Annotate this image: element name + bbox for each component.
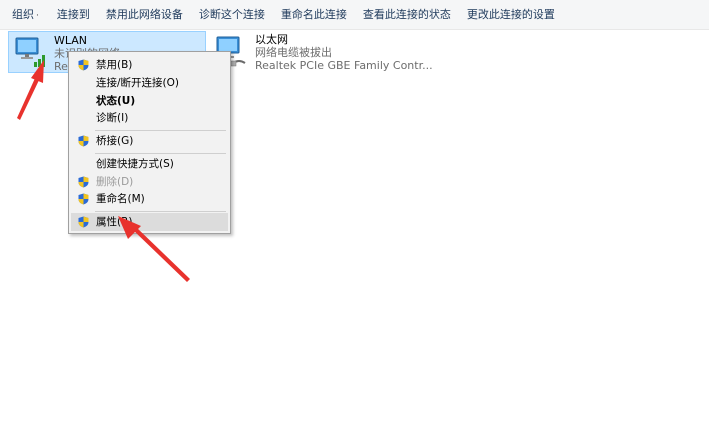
menu-item-disable[interactable]: 禁用(B): [71, 56, 228, 74]
uac-shield-icon: [78, 135, 89, 147]
uac-shield-icon: [78, 59, 89, 71]
disable-device-button[interactable]: 禁用此网络设备: [98, 0, 191, 30]
menu-item-bridge[interactable]: 桥接(G): [71, 132, 228, 150]
uac-shield-icon: [78, 176, 89, 188]
menu-separator: [95, 211, 226, 212]
menu-separator: [95, 153, 226, 154]
command-bar: 组织 · 连接到 禁用此网络设备 诊断这个连接 重命名此连接 查看此连接的状态 更…: [0, 0, 709, 30]
menu-item-label: 重命名(M): [96, 193, 145, 205]
view-status-button[interactable]: 查看此连接的状态: [355, 0, 459, 30]
menu-item-status[interactable]: 状态(U): [71, 92, 228, 110]
organize-label: 组织: [12, 7, 34, 21]
connection-ethernet[interactable]: 以太网 网络电缆被拔出 Realtek PCIe GBE Family Cont…: [210, 31, 433, 73]
menu-item-label: 桥接(G): [96, 135, 134, 147]
uac-shield-icon: [78, 193, 89, 205]
context-menu: 禁用(B) 连接/断开连接(O) 状态(U) 诊断(I) 桥接(G) 创建快捷方…: [68, 51, 231, 234]
dropdown-caret-icon: ·: [36, 10, 39, 21]
rename-button[interactable]: 重命名此连接: [273, 0, 355, 30]
menu-item-properties[interactable]: 属性(R): [71, 213, 228, 231]
menu-item-create-shortcut[interactable]: 创建快捷方式(S): [71, 155, 228, 173]
change-settings-button[interactable]: 更改此连接的设置: [459, 0, 563, 30]
connection-name: 以太网: [255, 33, 288, 46]
menu-item-connect-disconnect[interactable]: 连接/断开连接(O): [71, 74, 228, 92]
connection-name: WLAN: [54, 34, 88, 47]
connection-status: 网络电缆被拔出: [255, 46, 332, 59]
connection-adapter: Realtek PCIe GBE Family Contr...: [255, 59, 433, 72]
menu-item-delete[interactable]: 删除(D): [71, 173, 228, 191]
connect-to-button[interactable]: 连接到: [49, 0, 98, 30]
menu-item-label: 禁用(B): [96, 59, 133, 71]
organize-button[interactable]: 组织 ·: [4, 0, 49, 30]
menu-item-diagnose[interactable]: 诊断(I): [71, 109, 228, 127]
wireless-adapter-icon: [15, 37, 45, 67]
uac-shield-icon: [78, 216, 89, 228]
menu-separator: [95, 130, 226, 131]
menu-item-label: 属性(R): [96, 216, 133, 228]
diagnose-button[interactable]: 诊断这个连接: [191, 0, 273, 30]
menu-item-rename[interactable]: 重命名(M): [71, 190, 228, 208]
menu-item-label: 删除(D): [96, 176, 134, 188]
